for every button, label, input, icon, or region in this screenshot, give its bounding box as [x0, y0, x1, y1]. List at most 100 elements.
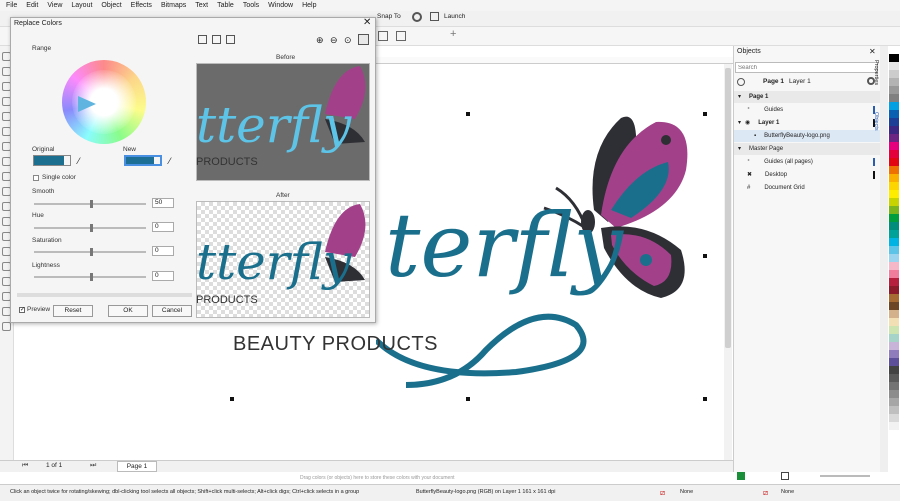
range-marker-icon[interactable]	[78, 96, 96, 112]
tab-page-1[interactable]: Page 1	[117, 461, 157, 472]
delete-icon[interactable]	[781, 472, 789, 480]
zoom-in-icon[interactable]: ⊕	[316, 35, 324, 46]
new-layer-icon[interactable]	[737, 472, 745, 480]
menu-view[interactable]: View	[47, 2, 62, 9]
lightness-input[interactable]: 0	[152, 271, 174, 281]
menu-table[interactable]: Table	[217, 2, 234, 9]
palette-swatch[interactable]	[889, 222, 899, 230]
transform-icon[interactable]	[396, 31, 406, 41]
palette-swatch[interactable]	[889, 110, 899, 118]
side-view-icon[interactable]	[226, 35, 235, 44]
layer-options-icon[interactable]	[737, 78, 745, 86]
gear-icon[interactable]	[412, 12, 422, 22]
ok-button[interactable]: OK	[108, 305, 148, 317]
smooth-input[interactable]: 50	[152, 198, 174, 208]
palette-swatch[interactable]	[889, 390, 899, 398]
split-view-icon[interactable]	[198, 35, 207, 44]
menu-window[interactable]: Window	[268, 2, 293, 9]
palette-swatch[interactable]	[889, 46, 899, 54]
palette-swatch[interactable]	[889, 374, 899, 382]
palette-swatch[interactable]	[889, 238, 899, 246]
more-tools-icon[interactable]	[2, 322, 11, 331]
palette-swatch[interactable]	[889, 382, 899, 390]
saturation-input[interactable]: 0	[152, 246, 174, 256]
launch-icon[interactable]	[430, 12, 439, 21]
first-page-icon[interactable]: ⏮	[22, 462, 28, 470]
single-view-icon[interactable]	[212, 35, 221, 44]
palette-swatch[interactable]	[889, 190, 899, 198]
menu-file[interactable]: File	[6, 2, 17, 9]
palette-swatch[interactable]	[889, 406, 899, 414]
palette-swatch[interactable]	[889, 246, 899, 254]
palette-swatch[interactable]	[889, 102, 899, 110]
tree-row-document-grid[interactable]: # Document Grid	[734, 182, 880, 194]
close-icon[interactable]: ✕	[363, 17, 371, 28]
palette-swatch[interactable]	[889, 358, 899, 366]
palette-swatch[interactable]	[889, 326, 899, 334]
single-color-checkbox[interactable]	[33, 175, 39, 181]
palette-swatch[interactable]	[889, 414, 899, 422]
tree-row-bitmap[interactable]: ▪ ButterflyBeauty-logo.png	[734, 130, 880, 142]
palette-swatch[interactable]	[889, 254, 899, 262]
palette-swatch[interactable]	[889, 286, 899, 294]
palette-swatch[interactable]	[889, 262, 899, 270]
palette-swatch[interactable]	[889, 342, 899, 350]
cancel-button[interactable]: Cancel	[152, 305, 192, 317]
menu-text[interactable]: Text	[195, 2, 208, 9]
palette-swatch[interactable]	[889, 350, 899, 358]
tab-properties[interactable]: Properties	[873, 60, 879, 85]
hue-slider[interactable]	[34, 224, 146, 232]
zoom-out-icon[interactable]: ⊖	[330, 35, 338, 46]
menu-object[interactable]: Object	[101, 2, 121, 9]
tree-row-guides[interactable]: ⁺ Guides	[734, 104, 880, 116]
last-page-icon[interactable]: ⏭	[90, 462, 96, 470]
menu-effects[interactable]: Effects	[131, 2, 152, 9]
menu-help[interactable]: Help	[302, 2, 316, 9]
palette-swatch[interactable]	[889, 230, 899, 238]
original-eyedropper-icon[interactable]: ⁄	[78, 156, 80, 166]
palette-swatch[interactable]	[889, 214, 899, 222]
smooth-slider[interactable]	[34, 200, 146, 208]
palette-swatch[interactable]	[889, 318, 899, 326]
tree-row-layer[interactable]: ▾ ◉ Layer 1	[734, 117, 880, 129]
vertical-scroll-thumb[interactable]	[725, 68, 731, 348]
align-icon[interactable]	[378, 31, 388, 41]
tree-row-master-page[interactable]: ▾ Master Page	[734, 143, 880, 155]
tree-row-page[interactable]: ▾ Page 1	[734, 91, 880, 103]
palette-swatch[interactable]	[889, 198, 899, 206]
palette-swatch[interactable]	[889, 54, 899, 62]
zoom-slider[interactable]	[820, 475, 870, 477]
palette-swatch[interactable]	[889, 270, 899, 278]
menu-layout[interactable]: Layout	[71, 2, 92, 9]
palette-swatch[interactable]	[889, 166, 899, 174]
palette-swatch[interactable]	[889, 366, 899, 374]
preview-checkbox[interactable]: ✓	[19, 307, 25, 313]
lightness-slider[interactable]	[34, 273, 146, 281]
launch-dropdown[interactable]: Launch	[444, 13, 465, 20]
palette-swatch[interactable]	[889, 118, 899, 126]
palette-swatch[interactable]	[889, 142, 899, 150]
palette-swatch[interactable]	[889, 158, 899, 166]
menu-bitmaps[interactable]: Bitmaps	[161, 2, 186, 9]
menu-tools[interactable]: Tools	[243, 2, 259, 9]
reset-button[interactable]: Reset	[53, 305, 93, 317]
palette-swatch[interactable]	[889, 294, 899, 302]
palette-swatch[interactable]	[889, 134, 899, 142]
zoom-fit-icon[interactable]: ⊙	[344, 35, 352, 46]
palette-swatch[interactable]	[889, 150, 899, 158]
tree-row-desktop[interactable]: ✖ Desktop	[734, 169, 880, 181]
palette-swatch[interactable]	[889, 62, 899, 70]
palette-swatch[interactable]	[889, 398, 899, 406]
palette-swatch[interactable]	[889, 86, 899, 94]
original-color-picker[interactable]	[33, 155, 71, 166]
palette-swatch[interactable]	[889, 278, 899, 286]
eye-icon[interactable]: ◉	[745, 120, 750, 126]
palette-swatch[interactable]	[889, 302, 899, 310]
tree-row-guides-all[interactable]: ⁺ Guides (all pages)	[734, 156, 880, 168]
tab-objects[interactable]: Objects	[873, 112, 879, 131]
hue-input[interactable]: 0	[152, 222, 174, 232]
new-color-picker[interactable]	[124, 155, 162, 166]
palette-swatch[interactable]	[889, 70, 899, 78]
palette-swatch[interactable]	[889, 334, 899, 342]
outline-status[interactable]: None	[781, 489, 794, 495]
